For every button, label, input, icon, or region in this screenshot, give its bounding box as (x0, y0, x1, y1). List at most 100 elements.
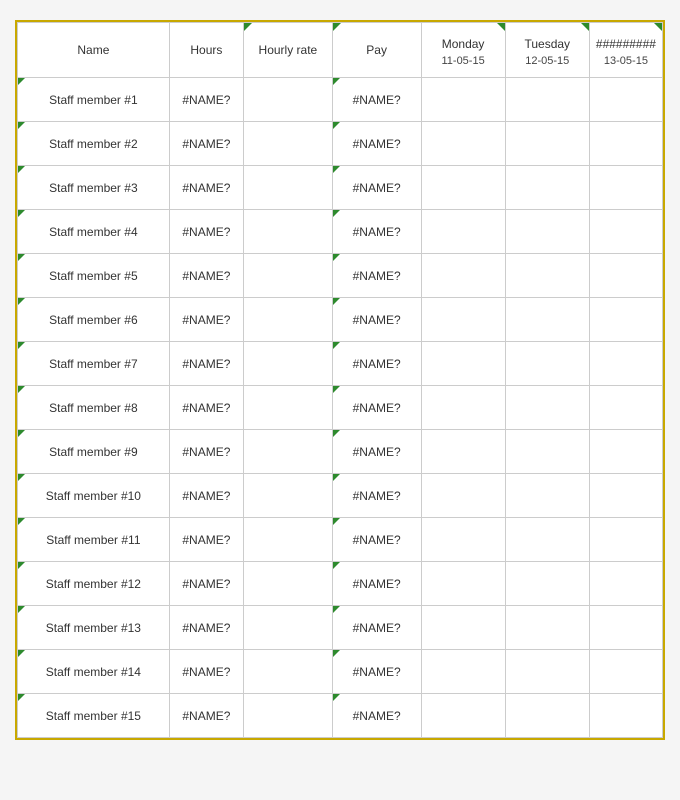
cell-pay[interactable]: #NAME? (332, 386, 421, 430)
cell-hours[interactable]: #NAME? (169, 562, 243, 606)
cell-tuesday[interactable] (505, 650, 589, 694)
cell-monday[interactable] (421, 342, 505, 386)
cell-hourly-rate[interactable] (244, 562, 333, 606)
cell-tuesday[interactable] (505, 78, 589, 122)
cell-wednesday[interactable] (589, 694, 662, 738)
cell-hours[interactable]: #NAME? (169, 650, 243, 694)
cell-name[interactable]: Staff member #11 (18, 518, 170, 562)
cell-pay[interactable]: #NAME? (332, 606, 421, 650)
cell-pay[interactable]: #NAME? (332, 430, 421, 474)
cell-hours[interactable]: #NAME? (169, 342, 243, 386)
cell-monday[interactable] (421, 254, 505, 298)
cell-hours[interactable]: #NAME? (169, 78, 243, 122)
cell-pay[interactable]: #NAME? (332, 210, 421, 254)
cell-hourly-rate[interactable] (244, 474, 333, 518)
cell-pay[interactable]: #NAME? (332, 298, 421, 342)
cell-name[interactable]: Staff member #2 (18, 122, 170, 166)
cell-monday[interactable] (421, 430, 505, 474)
cell-monday[interactable] (421, 298, 505, 342)
cell-wednesday[interactable] (589, 210, 662, 254)
cell-hourly-rate[interactable] (244, 298, 333, 342)
cell-pay[interactable]: #NAME? (332, 562, 421, 606)
cell-hours[interactable]: #NAME? (169, 122, 243, 166)
cell-pay[interactable]: #NAME? (332, 166, 421, 210)
cell-tuesday[interactable] (505, 210, 589, 254)
cell-tuesday[interactable] (505, 166, 589, 210)
cell-monday[interactable] (421, 122, 505, 166)
cell-tuesday[interactable] (505, 474, 589, 518)
cell-hours[interactable]: #NAME? (169, 298, 243, 342)
cell-hours[interactable]: #NAME? (169, 606, 243, 650)
cell-hourly-rate[interactable] (244, 254, 333, 298)
cell-hours[interactable]: #NAME? (169, 210, 243, 254)
cell-wednesday[interactable] (589, 342, 662, 386)
cell-wednesday[interactable] (589, 474, 662, 518)
cell-hourly-rate[interactable] (244, 694, 333, 738)
cell-monday[interactable] (421, 606, 505, 650)
cell-name[interactable]: Staff member #10 (18, 474, 170, 518)
cell-pay[interactable]: #NAME? (332, 474, 421, 518)
cell-name[interactable]: Staff member #13 (18, 606, 170, 650)
cell-tuesday[interactable] (505, 430, 589, 474)
cell-pay[interactable]: #NAME? (332, 122, 421, 166)
cell-pay[interactable]: #NAME? (332, 518, 421, 562)
cell-monday[interactable] (421, 78, 505, 122)
cell-name[interactable]: Staff member #4 (18, 210, 170, 254)
cell-name[interactable]: Staff member #3 (18, 166, 170, 210)
cell-monday[interactable] (421, 518, 505, 562)
cell-monday[interactable] (421, 694, 505, 738)
cell-tuesday[interactable] (505, 562, 589, 606)
cell-name[interactable]: Staff member #7 (18, 342, 170, 386)
cell-name[interactable]: Staff member #6 (18, 298, 170, 342)
cell-name[interactable]: Staff member #15 (18, 694, 170, 738)
cell-tuesday[interactable] (505, 606, 589, 650)
cell-tuesday[interactable] (505, 298, 589, 342)
cell-monday[interactable] (421, 386, 505, 430)
cell-hourly-rate[interactable] (244, 210, 333, 254)
cell-pay[interactable]: #NAME? (332, 78, 421, 122)
cell-wednesday[interactable] (589, 122, 662, 166)
cell-hours[interactable]: #NAME? (169, 254, 243, 298)
cell-wednesday[interactable] (589, 606, 662, 650)
cell-monday[interactable] (421, 562, 505, 606)
cell-name[interactable]: Staff member #5 (18, 254, 170, 298)
cell-monday[interactable] (421, 650, 505, 694)
cell-wednesday[interactable] (589, 78, 662, 122)
cell-name[interactable]: Staff member #12 (18, 562, 170, 606)
cell-wednesday[interactable] (589, 430, 662, 474)
cell-pay[interactable]: #NAME? (332, 694, 421, 738)
cell-hourly-rate[interactable] (244, 166, 333, 210)
cell-hourly-rate[interactable] (244, 606, 333, 650)
cell-hourly-rate[interactable] (244, 342, 333, 386)
cell-tuesday[interactable] (505, 694, 589, 738)
cell-hourly-rate[interactable] (244, 430, 333, 474)
cell-wednesday[interactable] (589, 166, 662, 210)
cell-hourly-rate[interactable] (244, 122, 333, 166)
cell-wednesday[interactable] (589, 254, 662, 298)
cell-hourly-rate[interactable] (244, 518, 333, 562)
cell-hours[interactable]: #NAME? (169, 518, 243, 562)
cell-tuesday[interactable] (505, 518, 589, 562)
cell-hours[interactable]: #NAME? (169, 694, 243, 738)
cell-name[interactable]: Staff member #1 (18, 78, 170, 122)
cell-hourly-rate[interactable] (244, 386, 333, 430)
cell-hours[interactable]: #NAME? (169, 166, 243, 210)
cell-hours[interactable]: #NAME? (169, 430, 243, 474)
cell-tuesday[interactable] (505, 386, 589, 430)
cell-wednesday[interactable] (589, 298, 662, 342)
cell-tuesday[interactable] (505, 254, 589, 298)
cell-hours[interactable]: #NAME? (169, 474, 243, 518)
cell-pay[interactable]: #NAME? (332, 342, 421, 386)
cell-pay[interactable]: #NAME? (332, 254, 421, 298)
cell-hourly-rate[interactable] (244, 78, 333, 122)
cell-wednesday[interactable] (589, 386, 662, 430)
cell-name[interactable]: Staff member #14 (18, 650, 170, 694)
cell-wednesday[interactable] (589, 518, 662, 562)
cell-wednesday[interactable] (589, 650, 662, 694)
cell-monday[interactable] (421, 166, 505, 210)
cell-monday[interactable] (421, 210, 505, 254)
cell-monday[interactable] (421, 474, 505, 518)
cell-hours[interactable]: #NAME? (169, 386, 243, 430)
cell-name[interactable]: Staff member #9 (18, 430, 170, 474)
cell-hourly-rate[interactable] (244, 650, 333, 694)
